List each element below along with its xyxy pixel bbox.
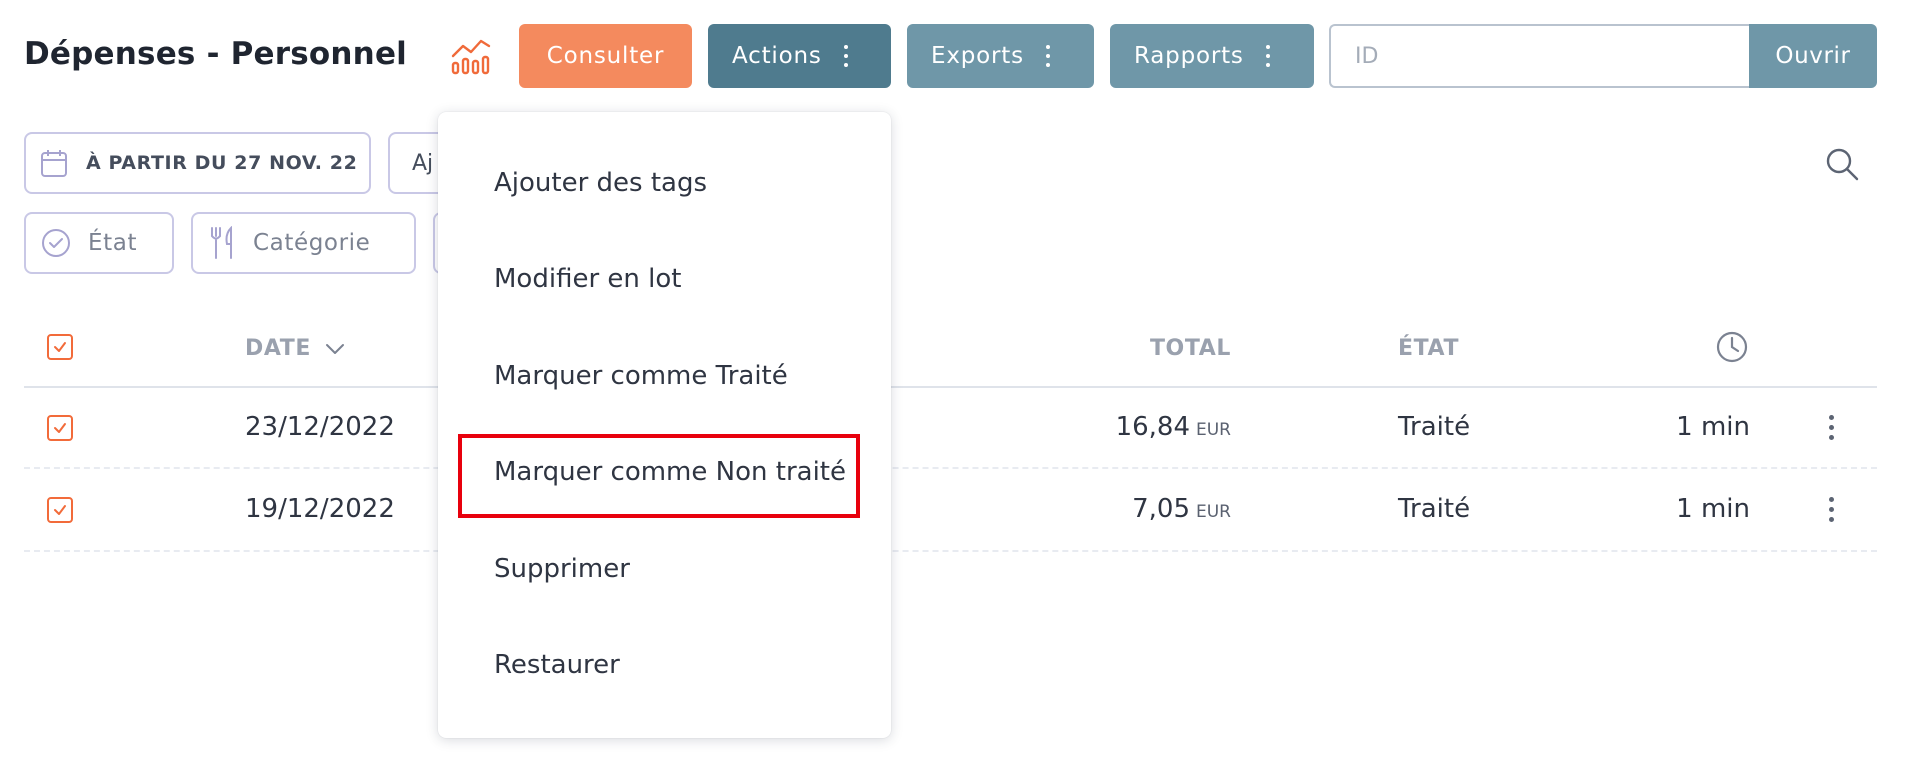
row-state: Traité <box>1398 412 1471 442</box>
kebab-icon <box>1045 45 1050 67</box>
menu-item-delete[interactable]: Supprimer <box>494 554 630 584</box>
check-circle-icon <box>42 229 70 257</box>
column-header-total[interactable]: TOTAL <box>1150 336 1231 361</box>
actions-dropdown-menu: Ajouter des tags Modifier en lot Marquer… <box>438 112 891 738</box>
row-date: 19/12/2022 <box>245 494 395 524</box>
add-filter-label: Aj <box>412 150 434 176</box>
row-divider <box>24 467 1877 469</box>
row-total-currency: EUR <box>1196 420 1231 440</box>
actions-button[interactable]: Actions <box>708 24 891 88</box>
date-filter-chip[interactable]: À PARTIR DU 27 NOV. 22 <box>24 132 371 194</box>
exports-button-label: Exports <box>931 43 1024 69</box>
table-header-divider <box>24 386 1877 388</box>
row-state: Traité <box>1398 494 1471 524</box>
date-filter-label: À PARTIR DU 27 NOV. 22 <box>86 152 358 174</box>
id-input[interactable] <box>1329 24 1751 88</box>
row-time: 1 min <box>1676 412 1750 442</box>
row-date: 23/12/2022 <box>245 412 395 442</box>
column-date-label: DATE <box>245 336 312 361</box>
clock-icon <box>1715 330 1749 364</box>
category-filter-chip[interactable]: Catégorie <box>191 212 416 274</box>
column-header-date[interactable]: DATE <box>245 336 345 361</box>
kebab-icon <box>1265 45 1270 67</box>
row-total: 7,05 EUR <box>1132 494 1231 524</box>
highlight-box <box>458 434 860 518</box>
fork-knife-icon <box>211 226 232 259</box>
column-header-state[interactable]: ÉTAT <box>1398 336 1459 361</box>
reports-button-label: Rapports <box>1134 43 1244 69</box>
actions-button-label: Actions <box>732 43 822 69</box>
row-checkbox[interactable] <box>47 415 73 441</box>
menu-item-restore[interactable]: Restaurer <box>494 650 620 680</box>
row-total: 16,84 EUR <box>1116 412 1231 442</box>
search-icon[interactable] <box>1824 146 1860 182</box>
row-total-currency: EUR <box>1196 502 1231 522</box>
menu-item-add-tags[interactable]: Ajouter des tags <box>494 168 707 198</box>
row-kebab-icon[interactable] <box>1829 415 1835 440</box>
chevron-down-icon <box>326 343 345 354</box>
select-all-checkbox[interactable] <box>47 334 73 360</box>
row-checkbox[interactable] <box>47 497 73 523</box>
open-button-label: Ouvrir <box>1775 43 1851 69</box>
kebab-icon <box>843 45 848 67</box>
row-total-amount: 7,05 <box>1132 494 1190 524</box>
row-kebab-icon[interactable] <box>1829 497 1835 522</box>
menu-item-mark-processed[interactable]: Marquer comme Traité <box>494 361 788 391</box>
row-divider <box>24 550 1877 552</box>
exports-button[interactable]: Exports <box>907 24 1094 88</box>
reports-button[interactable]: Rapports <box>1110 24 1314 88</box>
state-filter-label: État <box>88 230 138 256</box>
consult-button[interactable]: Consulter <box>519 24 692 88</box>
open-button[interactable]: Ouvrir <box>1749 24 1877 88</box>
state-filter-chip[interactable]: État <box>24 212 174 274</box>
page-title: Dépenses - Personnel <box>24 36 407 72</box>
row-time: 1 min <box>1676 494 1750 524</box>
category-filter-label: Catégorie <box>253 230 371 256</box>
calendar-icon <box>41 150 67 177</box>
chart-icon[interactable] <box>450 36 492 76</box>
consult-button-label: Consulter <box>546 43 665 69</box>
menu-item-bulk-edit[interactable]: Modifier en lot <box>494 264 681 294</box>
row-total-amount: 16,84 <box>1115 412 1190 442</box>
